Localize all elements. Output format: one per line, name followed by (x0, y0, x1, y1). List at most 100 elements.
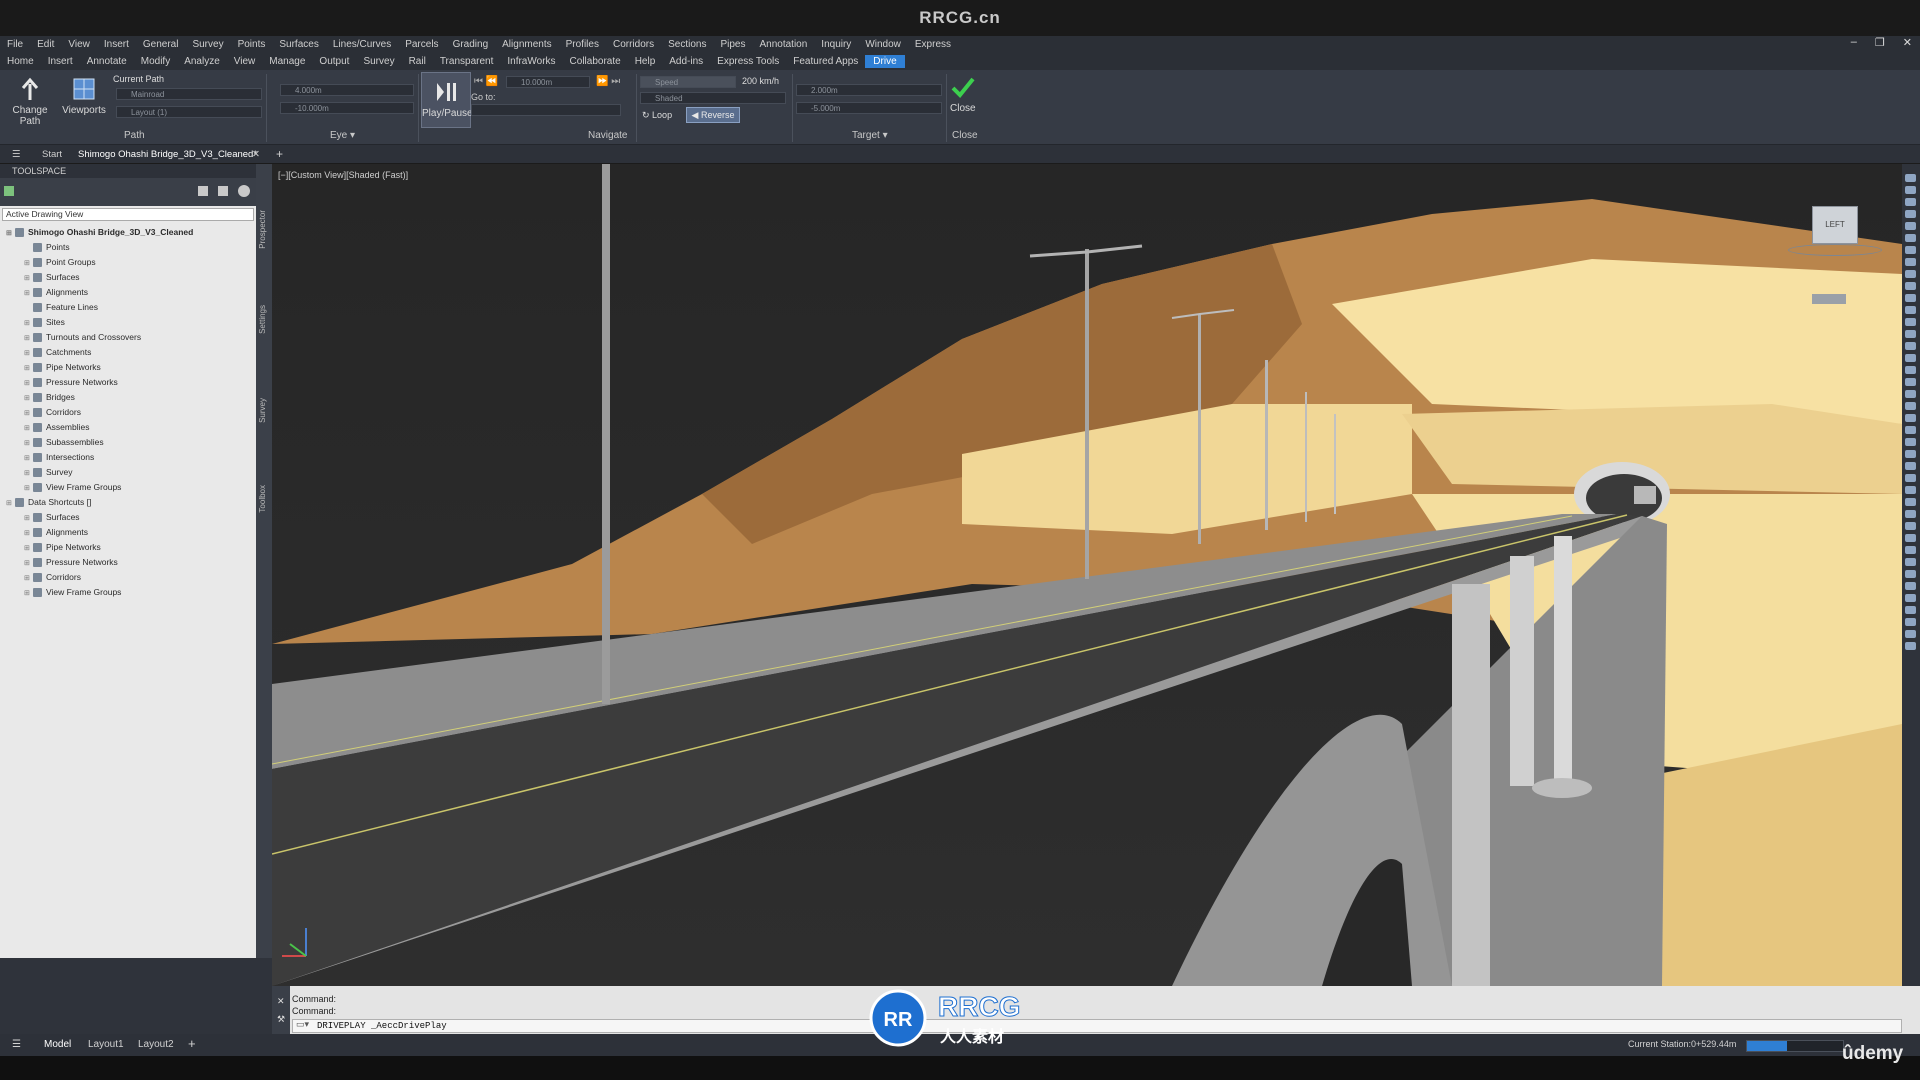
add-layout-icon[interactable]: + (188, 1036, 196, 1051)
menu-item-sections[interactable]: Sections (661, 39, 713, 50)
tree-item-point-groups[interactable]: ⊞ Point Groups (24, 257, 96, 268)
expand-icon[interactable]: ⊞ (24, 424, 31, 432)
menu-item-edit[interactable]: Edit (30, 39, 61, 50)
ribbon-tab-collaborate[interactable]: Collaborate (563, 56, 628, 67)
nav-tool-icon[interactable] (1905, 234, 1916, 242)
nav-tool-icon[interactable] (1905, 342, 1916, 350)
ribbon-tab-featured-apps[interactable]: Featured Apps (786, 56, 865, 67)
menu-item-window[interactable]: Window (858, 39, 908, 50)
viewports-button[interactable]: Viewports (62, 76, 106, 116)
step-forward-icon[interactable]: ⏩ ⏭ (596, 76, 620, 87)
close-window-icon[interactable]: ✕ (1903, 36, 1912, 52)
expand-icon[interactable]: ⊞ (24, 394, 31, 402)
tree-item-subassemblies[interactable]: ⊞ Subassemblies (24, 437, 104, 448)
tree-item-alignments[interactable]: ⊞ Alignments (24, 287, 88, 298)
ribbon-tab-modify[interactable]: Modify (134, 56, 177, 67)
nav-tool-icon[interactable] (1905, 186, 1916, 194)
command-input[interactable]: DRIVEPLAY _AeccDrivePlay (292, 1019, 1902, 1033)
nav-tool-icon[interactable] (1905, 510, 1916, 518)
nav-tool-icon[interactable] (1905, 354, 1916, 362)
nav-tool-icon[interactable] (1905, 198, 1916, 206)
ribbon-tab-view[interactable]: View (227, 56, 263, 67)
menu-icon[interactable]: ☰ (12, 1039, 21, 1050)
tree-shortcut-corridors[interactable]: ⊞ Corridors (24, 572, 81, 583)
tab-toolbox[interactable]: Toolbox (258, 485, 267, 513)
expand-icon[interactable]: ⊞ (24, 364, 31, 372)
expand-icon[interactable]: ⊞ (24, 259, 31, 267)
tree-item-surfaces[interactable]: ⊞ Surfaces (24, 272, 80, 283)
current-path-item-2[interactable]: Layout (1) (116, 106, 262, 118)
tab-layout1[interactable]: Layout1 (88, 1039, 124, 1050)
tree-item-sites[interactable]: ⊞ Sites (24, 317, 65, 328)
tree-item-intersections[interactable]: ⊞ Intersections (24, 452, 94, 463)
help-icon[interactable] (238, 185, 250, 197)
menu-item-general[interactable]: General (136, 39, 186, 50)
tree-item-catchments[interactable]: ⊞ Catchments (24, 347, 91, 358)
target-height-field[interactable]: 2.000m (796, 84, 942, 96)
ribbon-tab-survey[interactable]: Survey (356, 56, 401, 67)
menu-item-annotation[interactable]: Annotation (752, 39, 814, 50)
panel-title-target[interactable]: Target ▾ (852, 130, 888, 141)
toggle-icon[interactable] (198, 186, 208, 196)
expand-icon[interactable]: ⊞ (24, 544, 31, 552)
menu-item-parcels[interactable]: Parcels (398, 39, 445, 50)
tree-item-points[interactable]: Points (24, 242, 70, 253)
ribbon-tab-drive[interactable]: Drive (865, 54, 905, 68)
expand-icon[interactable]: ⊞ (24, 289, 31, 297)
expand-icon[interactable]: ⊞ (24, 574, 31, 582)
active-view-icon[interactable] (4, 186, 14, 196)
tree-root-data-shortcuts[interactable]: ⊞ Data Shortcuts [] (6, 497, 91, 508)
hamburger-icon[interactable]: ☰ (12, 149, 21, 160)
restore-icon[interactable]: ❐ (1875, 36, 1885, 52)
visual-style-select[interactable]: Shaded (640, 92, 786, 104)
menu-item-file[interactable]: File (0, 39, 30, 50)
menu-item-points[interactable]: Points (231, 39, 273, 50)
loop-toggle[interactable]: ↻ Loop (642, 110, 672, 121)
nav-tool-icon[interactable] (1905, 306, 1916, 314)
expand-icon[interactable]: ⊞ (24, 409, 31, 417)
menu-item-express[interactable]: Express (908, 39, 958, 50)
nav-tool-icon[interactable] (1905, 366, 1916, 374)
tree-shortcut-pipe-networks[interactable]: ⊞ Pipe Networks (24, 542, 101, 553)
ribbon-tab-help[interactable]: Help (628, 56, 663, 67)
expand-icon[interactable]: ⊞ (24, 514, 31, 522)
current-path-item-1[interactable]: Mainroad (116, 88, 262, 100)
tree-item-pressure-networks[interactable]: ⊞ Pressure Networks (24, 377, 118, 388)
eye-height-field[interactable]: 4.000m (280, 84, 414, 96)
nav-tool-icon[interactable] (1905, 210, 1916, 218)
menu-item-alignments[interactable]: Alignments (495, 39, 558, 50)
nav-tool-icon[interactable] (1905, 318, 1916, 326)
ribbon-tab-analyze[interactable]: Analyze (177, 56, 227, 67)
expand-icon[interactable]: ⊞ (24, 589, 31, 597)
nav-tool-icon[interactable] (1905, 522, 1916, 530)
drawing-view-select[interactable]: Active Drawing View (2, 208, 254, 221)
expand-icon[interactable]: ⊞ (6, 499, 13, 507)
nav-tool-icon[interactable] (1905, 390, 1916, 398)
nav-tool-icon[interactable] (1905, 222, 1916, 230)
menu-item-profiles[interactable]: Profiles (559, 39, 606, 50)
ribbon-tab-rail[interactable]: Rail (402, 56, 433, 67)
ribbon-tab-annotate[interactable]: Annotate (80, 56, 134, 67)
nav-tool-icon[interactable] (1905, 642, 1916, 650)
eye-offset-field[interactable]: -10.000m (280, 102, 414, 114)
tree-item-assemblies[interactable]: ⊞ Assemblies (24, 422, 89, 433)
nav-tool-icon[interactable] (1905, 558, 1916, 566)
nav-tool-icon[interactable] (1905, 414, 1916, 422)
tree-item-survey[interactable]: ⊞ Survey (24, 467, 72, 478)
nav-tool-icon[interactable] (1905, 438, 1916, 446)
nav-tool-icon[interactable] (1905, 486, 1916, 494)
target-offset-field[interactable]: -5.000m (796, 102, 942, 114)
nav-tool-icon[interactable] (1905, 618, 1916, 626)
menu-item-pipes[interactable]: Pipes (713, 39, 752, 50)
nav-tool-icon[interactable] (1905, 426, 1916, 434)
nav-tool-icon[interactable] (1905, 606, 1916, 614)
expand-icon[interactable]: ⊞ (24, 469, 31, 477)
go-to-field[interactable] (471, 104, 621, 116)
tab-settings[interactable]: Settings (258, 305, 267, 334)
expand-icon[interactable]: ⊞ (24, 274, 31, 282)
tree-item-feature-lines[interactable]: Feature Lines (24, 302, 98, 313)
station-step-field[interactable]: 10.000m (506, 76, 590, 88)
nav-tool-icon[interactable] (1905, 378, 1916, 386)
tree-item-pipe-networks[interactable]: ⊞ Pipe Networks (24, 362, 101, 373)
nav-tool-icon[interactable] (1905, 582, 1916, 590)
